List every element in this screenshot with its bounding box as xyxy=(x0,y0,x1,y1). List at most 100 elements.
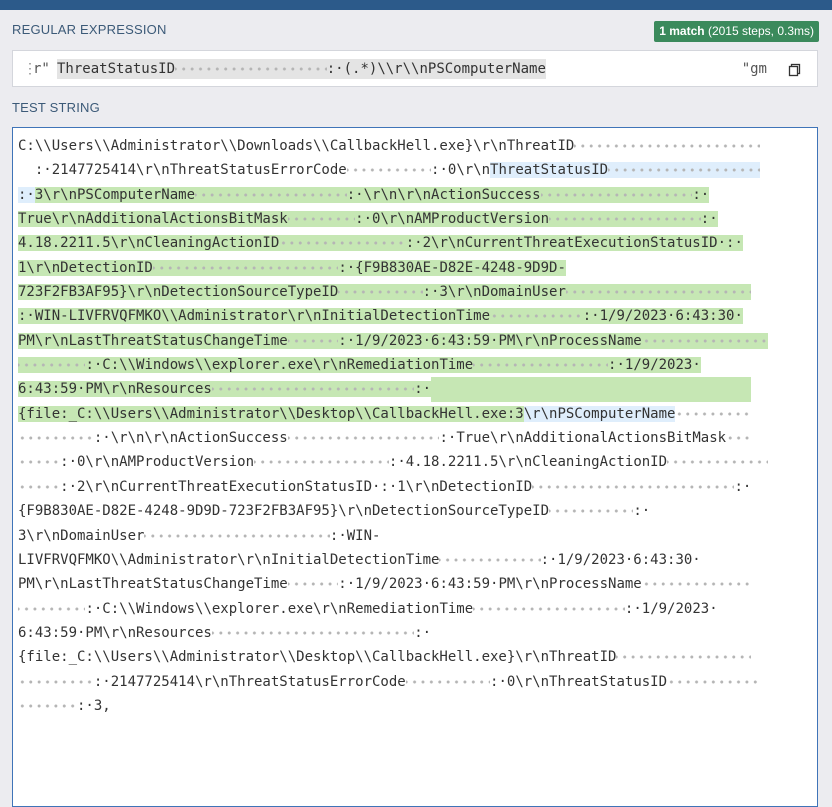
whitespace-dots xyxy=(667,458,769,467)
group-highlight: :· xyxy=(18,186,35,203)
match-whitespace xyxy=(195,186,347,203)
match-highlight: :·{F9B830AE-D82E-4248-9D9D- xyxy=(338,259,566,276)
whitespace-dots xyxy=(549,507,634,516)
match-highlight: :·C:\\Windows\\explorer.exe\r\nRemediati… xyxy=(85,357,474,374)
test-string-line: :·3\r\nPSComputerName:·\r\n\r\nActionSuc… xyxy=(13,183,817,207)
whitespace-dots xyxy=(18,434,94,443)
match-highlight: 6:43:59·PM\r\nResources xyxy=(18,381,212,398)
match-highlight: {file:_C:\\Users\\Administrator\\Desktop… xyxy=(18,405,524,422)
test-text: {F9B830AE-D82E-4248-9D9D-723F2FB3AF95}\r… xyxy=(18,503,550,520)
match-whitespace xyxy=(287,332,339,349)
test-text: :·2147725414\r\nThreatStatusErrorCode xyxy=(93,673,406,690)
whitespace-dots xyxy=(405,674,491,690)
match-count: 1 match xyxy=(659,24,705,38)
whitespace-dots xyxy=(18,482,61,491)
match-highlight: :·3\r\nDomainUser xyxy=(422,284,566,301)
test-text: :·True\r\nAdditionalActionsBitMask xyxy=(439,430,727,447)
whitespace-dots xyxy=(18,698,77,714)
regex-delimiter-open: r" xyxy=(33,61,50,77)
match-highlight: 4.18.2211.5\r\nCleaningActionID xyxy=(18,235,280,252)
whitespace-dots xyxy=(287,336,339,345)
whitespace-dots xyxy=(439,555,541,564)
whitespace-dots xyxy=(574,142,760,150)
whitespace-dots xyxy=(144,528,330,544)
test-text: :·3, xyxy=(77,697,111,714)
whitespace-dots xyxy=(279,239,406,248)
test-string-input[interactable]: C:\\Users\\Administrator\\Downloads\\Cal… xyxy=(12,127,818,807)
test-string-line: :·C:\\Windows\\explorer.exe\r\nRemediati… xyxy=(13,597,817,621)
test-string-line: 1\r\nDetectionID :·{F9B830AE-D82E-4248-9D… xyxy=(13,256,817,280)
whitespace-dots xyxy=(616,653,752,662)
whitespace-dots xyxy=(338,288,423,297)
match-whitespace xyxy=(211,381,415,398)
match-highlight: 1\r\nDetectionID xyxy=(18,259,153,276)
test-string-line: :·WIN-LIVFRVQFMKO\\Administrator\r\nInit… xyxy=(13,304,817,328)
match-highlight: :·0\r\nAMProductVersion xyxy=(355,211,550,228)
match-highlight: :·2\r\nCurrentThreatExecutionStatusID·:· xyxy=(405,235,743,252)
test-string-section-label: TEST STRING xyxy=(12,100,100,115)
regex-section-label: REGULAR EXPRESSION xyxy=(12,22,167,37)
match-highlight: :·1/9/2023· xyxy=(608,357,701,374)
whitespace-dots xyxy=(549,215,701,224)
match-whitespace xyxy=(152,259,339,276)
whitespace-dots xyxy=(287,215,356,224)
whitespace-dots xyxy=(254,454,389,470)
test-string-line: :·0\r\nAMProductVersion:·4.18.2211.5\r\n… xyxy=(13,450,817,474)
whitespace-dots xyxy=(152,263,339,272)
whitespace-dots xyxy=(641,580,752,589)
test-string-line: C:\\Users\\Administrator\\Downloads\\Cal… xyxy=(13,134,817,158)
test-text: {file:_C:\\Users\\Administrator\\Desktop… xyxy=(18,649,617,666)
whitespace-dots xyxy=(18,601,86,617)
whitespace-dots xyxy=(18,677,94,686)
match-whitespace xyxy=(540,186,693,203)
whitespace-dots xyxy=(616,649,752,665)
match-highlight: :· xyxy=(692,186,710,203)
test-string-line: LIVFRVQFMKO\\Administrator\r\nInitialDet… xyxy=(13,548,817,572)
test-string-line: True\r\nAdditionalActionsBitMask:·0\r\nA… xyxy=(13,207,817,231)
match-whitespace xyxy=(431,377,752,402)
test-string-line: PM\r\nLastThreatStatusChangeTime:·1/9/20… xyxy=(13,329,817,353)
match-highlight: 3\r\nPSComputerName xyxy=(34,186,196,203)
whitespace-dots xyxy=(18,674,94,690)
match-whitespace xyxy=(565,284,752,301)
match-info-badge[interactable]: 1 match (2015 steps, 0.3ms) xyxy=(654,21,819,42)
regex-flags[interactable]: "gm xyxy=(742,61,767,77)
test-text: :·1/9/2023· xyxy=(624,600,718,617)
regex-pattern[interactable]: ThreatStatusID:·(.*)\\r\\nPSComputerName xyxy=(57,59,546,79)
regex-input[interactable]: ⋮ r" ThreatStatusID:·(.*)\\r\\nPSCompute… xyxy=(12,50,818,87)
test-string-line: :·2147725414\r\nThreatStatusErrorCode:·0… xyxy=(13,670,817,694)
test-string-content[interactable]: C:\\Users\\Administrator\\Downloads\\Cal… xyxy=(13,134,817,718)
copy-icon[interactable] xyxy=(787,62,803,78)
whitespace-dots xyxy=(287,430,440,446)
match-whitespace xyxy=(18,357,86,374)
whitespace-dots xyxy=(405,677,491,686)
test-string-line: 3\r\nDomainUser:·WIN- xyxy=(13,524,817,548)
top-bar xyxy=(0,0,832,10)
test-string-line: :·C:\\Windows\\explorer.exe\r\nRemediati… xyxy=(13,353,817,377)
test-text: :·2147725414\r\nThreatStatusErrorCode xyxy=(34,162,347,179)
match-steps: (2015 steps, 0.3ms) xyxy=(704,24,814,38)
whitespace-dots xyxy=(473,604,625,613)
test-text: C:\\Users\\Administrator\\Downloads\\Cal… xyxy=(18,138,575,154)
whitespace-dots xyxy=(211,385,415,394)
match-whitespace xyxy=(338,284,423,301)
test-text: :·1/9/2023·6:43:30· xyxy=(540,551,701,568)
test-string-line: 723F2FB3AF95}\r\nDetectionSourceTypeID :·… xyxy=(13,280,817,304)
whitespace-dots xyxy=(473,601,625,617)
test-text: :·\r\n\r\nActionSuccess xyxy=(93,430,288,447)
whitespace-dots xyxy=(144,531,330,540)
test-string-line: {F9B830AE-D82E-4248-9D9D-723F2FB3AF95}\r… xyxy=(13,499,817,523)
match-highlight: :·1/9/2023·6:43:30· xyxy=(582,308,743,325)
match-highlight: 723F2FB3AF95}\r\nDetectionSourceTypeID xyxy=(18,284,339,301)
whitespace-dots xyxy=(18,454,61,470)
test-string-line: {file:_C:\\Users\\Administrator\\Desktop… xyxy=(13,645,817,669)
whitespace-dots xyxy=(608,166,760,175)
whitespace-dots xyxy=(18,158,35,182)
test-string-line: 6:43:59·PM\r\nResources:· xyxy=(13,621,817,645)
match-whitespace xyxy=(279,235,406,252)
test-text: :· xyxy=(734,478,752,495)
whitespace-dots xyxy=(490,312,583,321)
test-text: 3\r\nDomainUser xyxy=(18,527,145,544)
whitespace-dots xyxy=(18,701,77,710)
whitespace-dots xyxy=(254,458,389,467)
